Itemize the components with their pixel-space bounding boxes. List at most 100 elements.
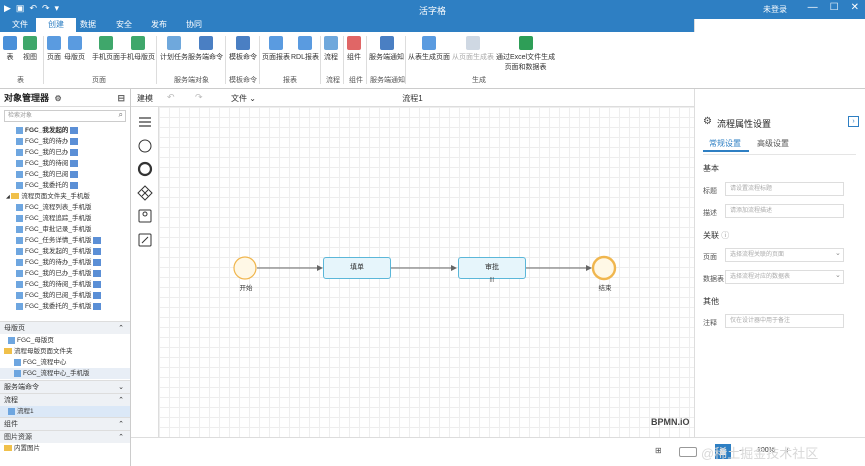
- tree-item[interactable]: FGC_母版页: [0, 335, 130, 346]
- page-report-button[interactable]: 页面报表: [262, 36, 290, 62]
- description-input[interactable]: 请添加流程描述: [725, 204, 844, 218]
- section-components[interactable]: 组件 ⌃: [0, 417, 130, 430]
- hand-tool-icon[interactable]: [139, 117, 151, 127]
- tab-collaborate[interactable]: 协同: [174, 18, 214, 32]
- fit-screen-icon[interactable]: [679, 447, 697, 457]
- master-page-button[interactable]: 母版页: [64, 36, 85, 62]
- gen-table-from-page-button[interactable]: 从页面生成表: [452, 36, 494, 62]
- data-table-select[interactable]: 选择流程对应的数据表: [725, 270, 844, 284]
- page-type-icon: [93, 302, 102, 310]
- tree-item[interactable]: FGC_我发起的_手机版: [6, 246, 130, 257]
- tree-item[interactable]: FGC_我的待阅: [6, 158, 130, 169]
- tree-item[interactable]: FGC_我的待阅_手机版: [6, 279, 130, 290]
- view-button[interactable]: 视图: [23, 36, 37, 62]
- tree-item[interactable]: FGC_我委托的: [6, 180, 130, 191]
- mobile-master-button[interactable]: 手机母版页: [120, 36, 155, 62]
- section-process[interactable]: 流程 ⌃: [0, 393, 130, 406]
- tab-data[interactable]: 数据: [68, 18, 108, 32]
- tree-item[interactable]: FGC_我委托的_手机版: [6, 301, 130, 312]
- chevron-down-icon: ⌄: [835, 250, 841, 257]
- tree-item[interactable]: FGC_我的待办: [6, 136, 130, 147]
- page-button[interactable]: 页面: [47, 36, 61, 62]
- tab-publish[interactable]: 发布: [139, 18, 179, 32]
- login-status[interactable]: 未登录: [763, 4, 787, 15]
- object-manager-header: 对象管理器 ⚙ ⊟: [0, 89, 130, 107]
- gateway-tool-icon[interactable]: [137, 185, 153, 201]
- bpmn-canvas[interactable]: BPMN.iO 填单 审批 ||| 开始 结束: [159, 107, 694, 437]
- tree-item-label: FGC_我委托的: [25, 182, 69, 189]
- process-button[interactable]: 流程: [324, 36, 338, 62]
- close-button[interactable]: ✕: [851, 2, 859, 13]
- tree-item[interactable]: FGC_我的已阅: [6, 169, 130, 180]
- component-button[interactable]: 组件: [347, 36, 361, 62]
- page-icon: [16, 203, 23, 211]
- object-search-input[interactable]: 检索对象 ⌕: [4, 110, 126, 122]
- tab-advanced-settings[interactable]: 高级设置: [757, 138, 789, 149]
- tree-item-label: FGC_我的待阅: [25, 160, 69, 167]
- maximize-button[interactable]: ☐: [830, 2, 839, 13]
- page-icon: [16, 170, 23, 178]
- tree-folder[interactable]: ◢ 流程页面文件夹_手机版: [6, 191, 130, 202]
- page-type-icon: [70, 159, 79, 167]
- collapse-panel-icon[interactable]: ⊟: [117, 89, 125, 107]
- end-event-tool-icon[interactable]: [137, 161, 153, 177]
- tree-item[interactable]: FGC_流程列表_手机版: [6, 202, 130, 213]
- table-button[interactable]: 表: [3, 36, 17, 62]
- canvas-toolbar: 建模 ↶ ↷ 文件 ⌄ 流程1: [131, 89, 694, 107]
- connect-tool-icon[interactable]: [138, 233, 152, 247]
- tree-item[interactable]: FGC_我发起的: [6, 125, 130, 136]
- tree-item[interactable]: FGC_流程追踪_手机版: [6, 213, 130, 224]
- rdl-report-button[interactable]: RDL报表: [291, 36, 319, 62]
- task-approve[interactable]: 审批 |||: [458, 257, 526, 283]
- minimap-icon[interactable]: ⊞: [655, 446, 662, 455]
- note-input[interactable]: 仅在设计器中用于备注: [725, 314, 844, 328]
- start-event[interactable]: [233, 256, 257, 280]
- collapse-panel-icon[interactable]: ›: [848, 116, 859, 127]
- image-folder-item[interactable]: 内置图片: [0, 443, 130, 454]
- process-item[interactable]: 流程1: [0, 406, 130, 417]
- title-label: 标题: [703, 188, 717, 195]
- section-server-commands[interactable]: 服务端命令 ⌄: [0, 380, 130, 393]
- mobile-page-button[interactable]: 手机页面: [92, 36, 120, 62]
- page-select[interactable]: 选择流程关联的页面: [725, 248, 844, 262]
- user-task-tool-icon[interactable]: [138, 209, 152, 223]
- tree-item[interactable]: FGC_流程中心_手机版: [0, 368, 130, 379]
- process-icon: [324, 36, 338, 50]
- tree-item[interactable]: FGC_我的已阅_手机版: [6, 290, 130, 301]
- settings-icon[interactable]: ⚙: [55, 94, 62, 103]
- tree-item[interactable]: FGC_我的已办_手机版: [6, 268, 130, 279]
- minimize-button[interactable]: —: [808, 2, 818, 13]
- tree-item[interactable]: FGC_流程中心: [0, 357, 130, 368]
- server-notify-button[interactable]: 服务端通知: [369, 36, 404, 62]
- watermark: BPMN.iO: [651, 417, 690, 427]
- folder-icon: [11, 193, 20, 200]
- page-type-icon: [70, 170, 79, 178]
- object-manager-title: 对象管理器: [4, 93, 50, 103]
- gen-page-from-table-button[interactable]: 从表生成页面: [408, 36, 450, 62]
- tree-item-label: FGC_我发起的_手机版: [25, 248, 92, 255]
- tree-item[interactable]: FGC_我的已办: [6, 147, 130, 158]
- page-icon: [14, 369, 21, 377]
- schedule-task-button[interactable]: 计划任务: [160, 36, 188, 62]
- mobile-master-icon: [130, 36, 145, 50]
- tab-general-settings[interactable]: 常规设置: [709, 138, 741, 149]
- excel-generate-button[interactable]: 通过Excel文件生成 页面和数据表: [496, 36, 555, 72]
- page-type-icon: [70, 148, 79, 156]
- end-event[interactable]: [591, 255, 617, 281]
- section-images[interactable]: 图片资源 ⌃: [0, 430, 130, 443]
- note-label: 注释: [703, 320, 717, 327]
- tab-security[interactable]: 安全: [104, 18, 144, 32]
- server-command-button[interactable]: 服务端命令: [188, 36, 223, 62]
- tree-item[interactable]: FGC_任务详情_手机版: [6, 235, 130, 246]
- tree-folder[interactable]: 流程母版页面文件夹: [0, 346, 130, 357]
- tree-item[interactable]: FGC_审批记录_手机版: [6, 224, 130, 235]
- task-fill-form[interactable]: 填单: [323, 257, 391, 279]
- group-label-process: 流程: [326, 77, 340, 84]
- tree-item[interactable]: FGC_我的待办_手机版: [6, 257, 130, 268]
- section-master-pages[interactable]: 母版页 ⌃: [0, 321, 130, 334]
- collapse-icon: ⌃: [118, 325, 124, 332]
- title-input[interactable]: 请设置流程标题: [725, 182, 844, 196]
- template-command-button[interactable]: 模板命令: [229, 36, 257, 62]
- start-event-tool-icon[interactable]: [138, 139, 152, 153]
- tab-file[interactable]: 文件: [0, 18, 40, 32]
